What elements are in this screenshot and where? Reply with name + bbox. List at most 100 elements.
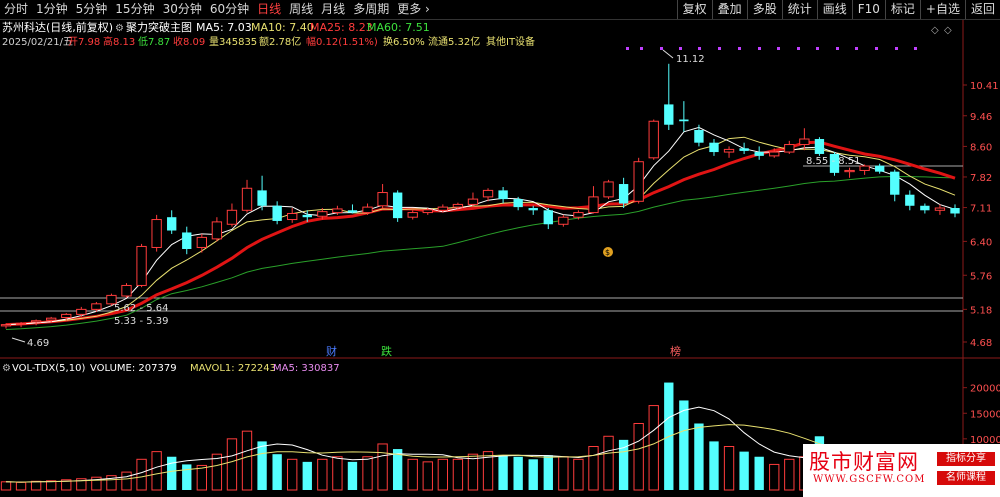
volume-bar[interactable] [226,438,238,491]
candle-body[interactable] [950,208,960,214]
candle-body[interactable] [226,209,238,225]
volume-bar[interactable] [709,441,719,490]
volume-bar[interactable] [528,459,538,490]
candle-body[interactable] [241,187,253,211]
candle-body[interactable] [452,203,464,208]
event-rank[interactable]: 榜 [670,344,681,358]
volume-bar[interactable] [136,458,147,491]
candle-body[interactable] [679,119,689,122]
candle-body[interactable] [61,313,72,319]
volume-bar[interactable] [257,441,267,490]
candle-body[interactable] [543,210,553,225]
volume-bar[interactable] [573,458,584,491]
candle-body[interactable] [151,219,162,248]
volume-bar[interactable] [769,463,780,491]
candle-body[interactable] [15,322,27,325]
volume-bar[interactable] [362,456,373,491]
candle-body[interactable] [890,171,900,195]
candle-body[interactable] [905,194,915,206]
candle-body[interactable] [0,324,12,327]
candle-body[interactable] [844,169,855,173]
volume-bar[interactable] [317,458,328,491]
candle-body[interactable] [121,284,132,297]
volume-bar[interactable] [452,458,464,491]
candle-body[interactable] [709,142,719,153]
candle-body[interactable] [257,190,267,206]
volume-bar[interactable] [377,443,388,491]
candle-body[interactable] [302,214,312,218]
candle-body[interactable] [362,206,373,214]
candle-body[interactable] [875,165,885,172]
candle-body[interactable] [287,212,298,221]
volume-bar[interactable] [739,451,749,490]
candle-body[interactable] [739,148,749,151]
volume-bar[interactable] [679,400,689,490]
candle-body[interactable] [467,198,479,205]
volume-bar[interactable] [121,471,132,491]
volume-bar[interactable] [603,435,614,491]
candle-body[interactable] [136,245,147,286]
candle-body[interactable] [347,210,358,213]
volume-bar[interactable] [0,481,12,491]
candle-body[interactable] [648,120,659,159]
candle-body[interactable] [332,208,343,214]
volume-bar[interactable] [241,430,253,491]
candle-body[interactable] [513,199,523,208]
volume-bar[interactable] [588,446,599,491]
volume-bar[interactable] [211,453,223,491]
gear-icon[interactable]: ⚙ [115,23,124,34]
candle-body[interactable] [934,207,946,211]
diamond-icon[interactable]: ◇ [931,25,939,36]
volume-bar[interactable] [467,453,479,491]
volume-bar[interactable] [347,461,358,490]
candle-body[interactable] [272,205,282,221]
event-drop[interactable]: 跌 [381,344,392,358]
volume-bar[interactable] [272,454,282,490]
volume-bar[interactable] [558,456,569,491]
volume-bar[interactable] [287,458,298,491]
candle-body[interactable] [784,144,795,153]
event-finance[interactable]: 财 [326,344,337,358]
volume-bar[interactable] [543,455,553,490]
volume-bar[interactable] [723,446,735,491]
candle-body[interactable] [664,104,674,125]
candle-body[interactable] [799,138,810,146]
volume-bar[interactable] [437,458,449,491]
volume-bar[interactable] [182,464,192,490]
candle-body[interactable] [167,217,177,231]
volume-bar[interactable] [648,405,659,491]
volume-bar[interactable] [694,423,704,490]
candle-body[interactable] [723,148,735,153]
volume-bar[interactable] [633,422,644,491]
candle-body[interactable] [588,196,599,214]
candle-body[interactable] [211,221,223,240]
candle-body[interactable] [769,151,780,157]
volume-bar[interactable] [302,461,312,490]
candle-body[interactable] [754,152,764,156]
indicator-name[interactable]: 聚力突破主图 [126,20,192,34]
volume-bar[interactable] [422,461,433,491]
candle-body[interactable] [30,320,42,323]
candle-body[interactable] [633,161,644,202]
volume-bar[interactable] [407,458,418,491]
candle-body[interactable] [317,211,328,217]
volume-bar[interactable] [754,456,764,490]
vol-gear-icon[interactable]: ⚙ [2,363,11,374]
candle-body[interactable] [482,189,494,198]
volume-bar[interactable] [151,451,162,491]
candle-body[interactable] [407,212,418,218]
candle-body[interactable] [528,208,538,211]
candle-body[interactable] [618,184,629,204]
candle-body[interactable] [422,209,433,214]
volume-bar[interactable] [498,455,508,490]
volume-bar[interactable] [784,458,795,491]
volume-bar[interactable] [30,480,42,491]
candle-body[interactable] [377,192,388,207]
candle-body[interactable] [498,190,508,200]
diamond-icon-2[interactable]: ◇ [944,25,952,36]
candle-body[interactable] [437,206,449,211]
candle-body[interactable] [603,181,614,198]
candle-body[interactable] [920,205,930,211]
candle-body[interactable] [694,130,704,143]
candle-body[interactable] [196,236,207,248]
